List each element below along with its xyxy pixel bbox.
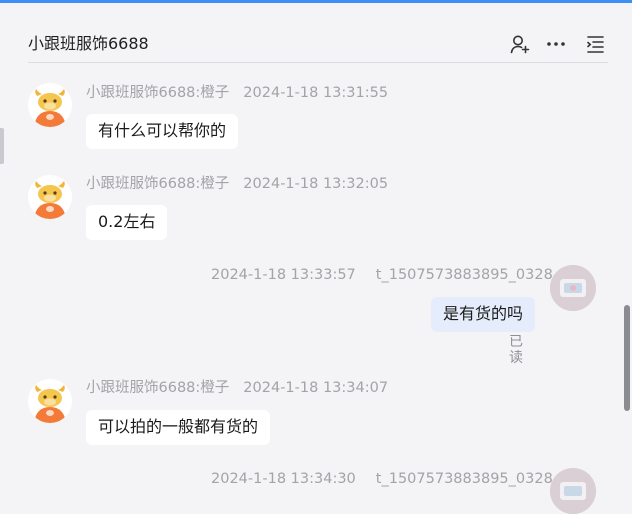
timestamp: 2024-1-18 13:32:05	[243, 176, 389, 192]
add-contact-icon[interactable]	[509, 33, 531, 55]
timestamp: 2024-1-18 13:34:30	[211, 471, 356, 487]
message-bubble[interactable]: 0.2左右	[86, 205, 168, 240]
menu-list-icon[interactable]	[585, 33, 607, 55]
user-avatar[interactable]	[550, 265, 596, 311]
sender-name: t_1507573883895_0328	[375, 471, 553, 487]
chat-title: 小跟班服饰6688	[28, 34, 149, 53]
message-meta: 小跟班服饰6688:橙子 2024-1-18 13:32:05	[86, 175, 388, 193]
sender-name: 小跟班服饰6688:橙子	[86, 380, 230, 396]
left-edge-handle[interactable]	[0, 128, 4, 164]
message-meta: 2024-1-18 13:34:30 t_1507573883895_0328	[211, 470, 553, 488]
sender-name: t_1507573883895_0328	[375, 267, 553, 283]
timestamp: 2024-1-18 13:33:57	[211, 267, 356, 283]
shop-avatar[interactable]	[28, 83, 72, 127]
message-meta: 小跟班服饰6688:橙子 2024-1-18 13:31:55	[86, 84, 388, 102]
message-meta: 小跟班服饰6688:橙子 2024-1-18 13:34:07	[86, 379, 388, 397]
shop-avatar[interactable]	[28, 379, 72, 423]
message-bubble[interactable]: 可以拍的一般都有货的	[86, 410, 271, 445]
shop-avatar[interactable]	[28, 175, 72, 219]
read-status: 已读	[509, 334, 523, 366]
timestamp: 2024-1-18 13:31:55	[243, 85, 389, 101]
user-avatar[interactable]	[550, 468, 596, 514]
more-icon[interactable]	[545, 33, 567, 55]
message-bubble[interactable]: 是有货的吗	[431, 297, 536, 332]
message-meta: 2024-1-18 13:33:57 t_1507573883895_0328	[211, 266, 553, 284]
scrollbar-thumb[interactable]	[624, 305, 630, 411]
message-bubble[interactable]: 有什么可以帮你的	[86, 114, 239, 149]
timestamp: 2024-1-18 13:34:07	[243, 380, 389, 396]
chat-header: 小跟班服饰6688	[28, 3, 608, 63]
sender-name: 小跟班服饰6688:橙子	[86, 85, 230, 101]
sender-name: 小跟班服饰6688:橙子	[86, 176, 230, 192]
